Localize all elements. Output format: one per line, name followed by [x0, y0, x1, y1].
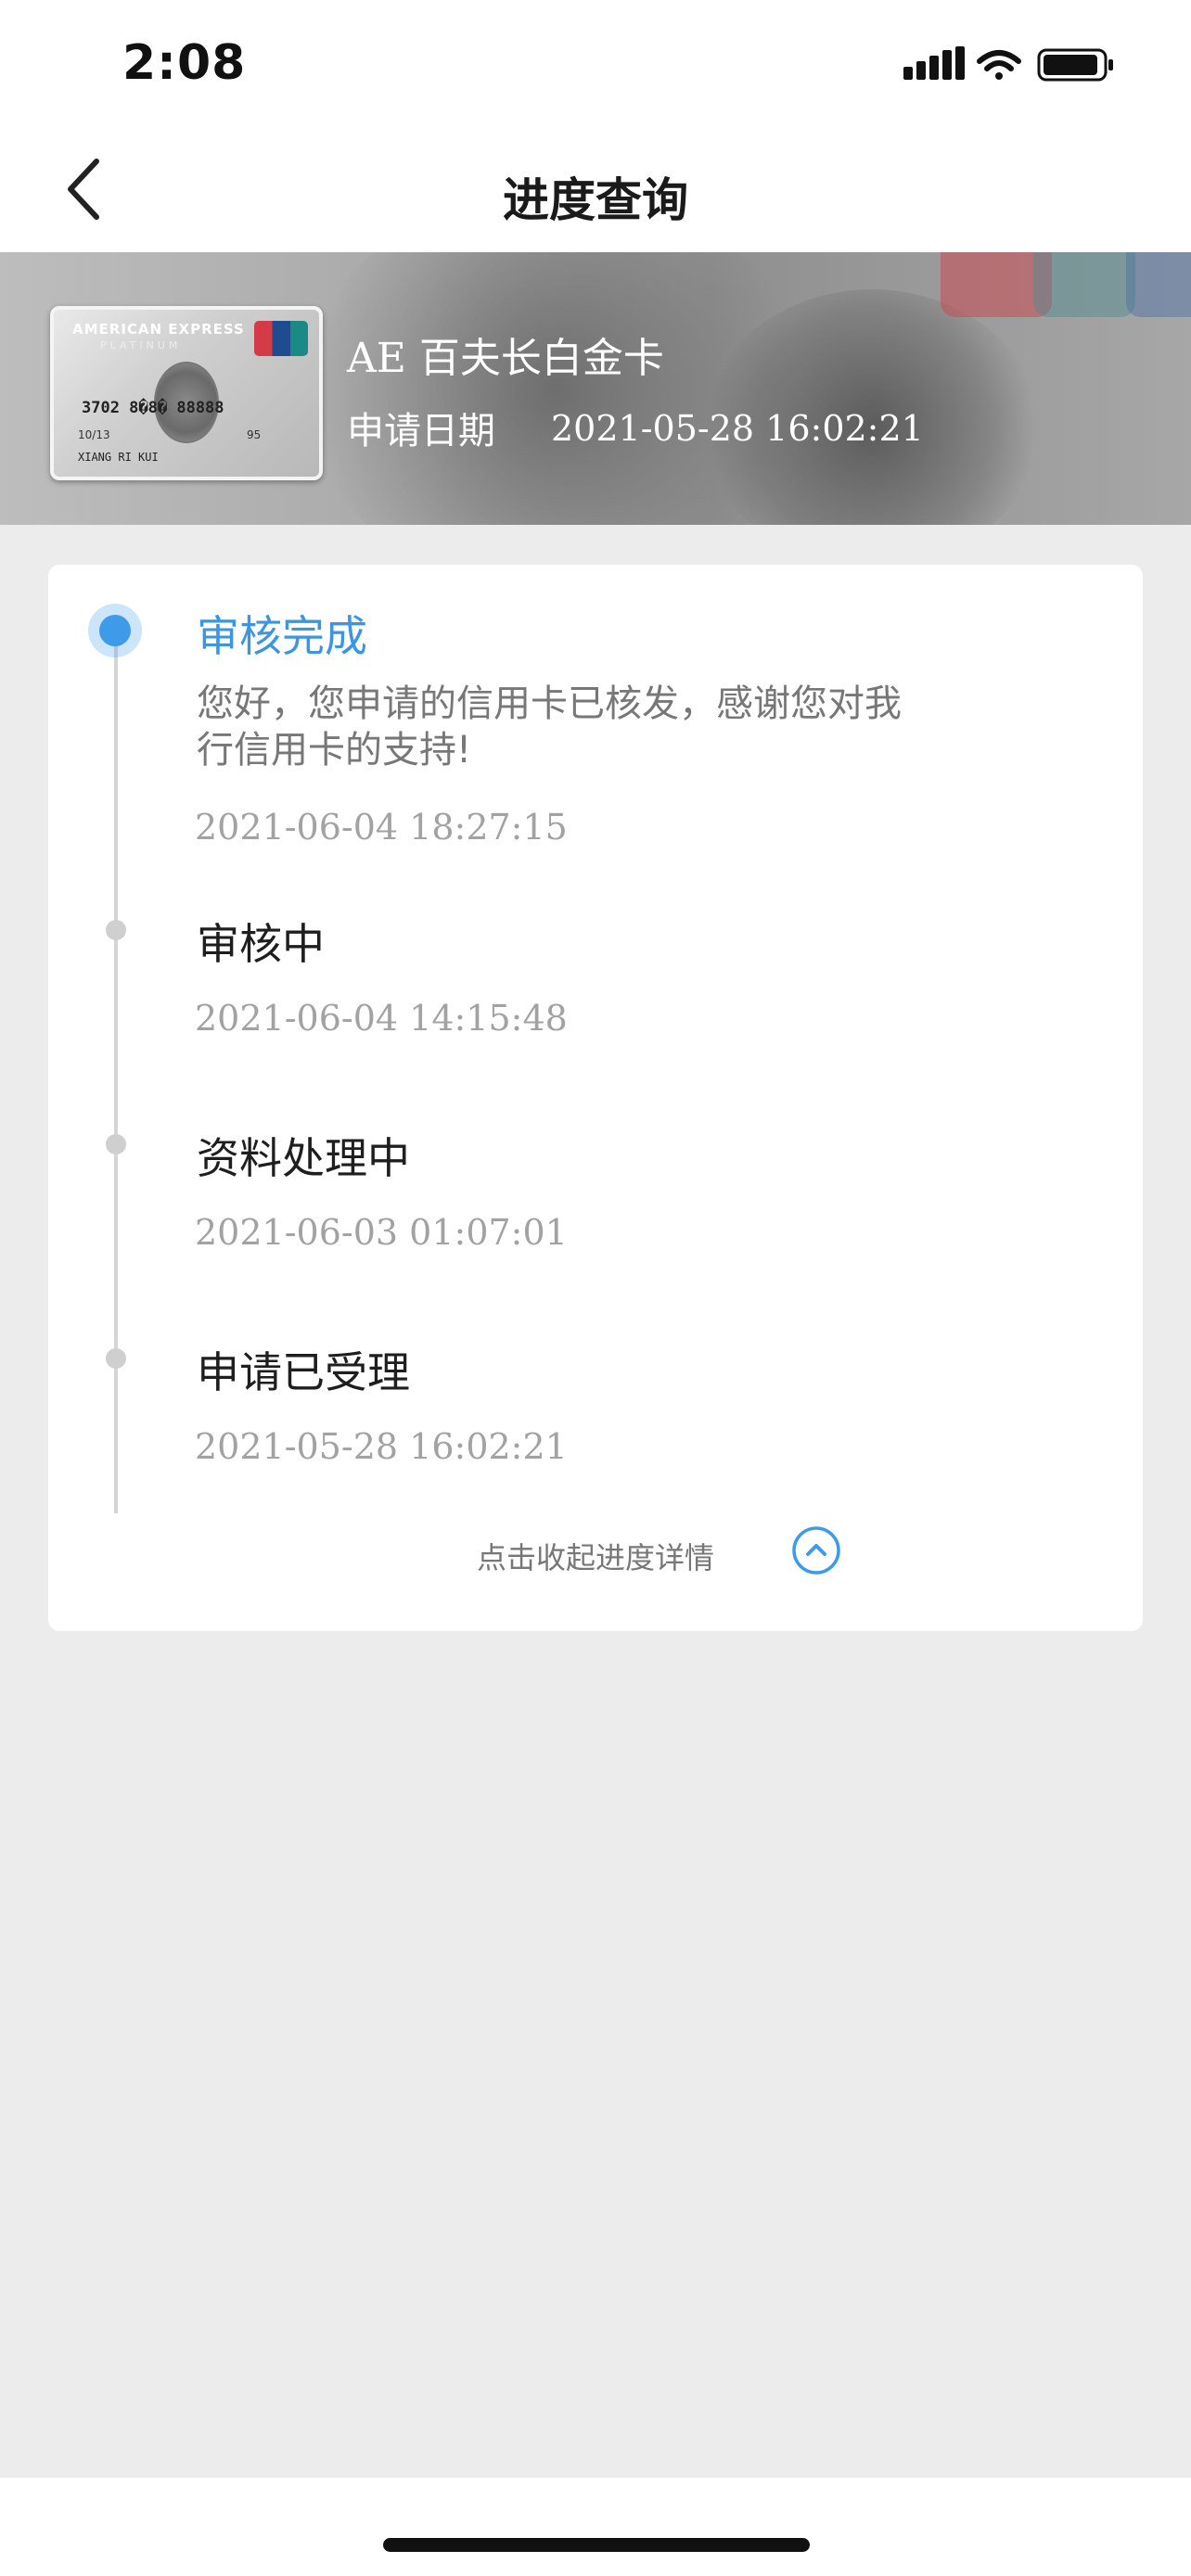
timeline-dot-active	[88, 604, 142, 657]
unionpay-logo	[254, 321, 308, 356]
step-title-processing: 资料处理中	[197, 1133, 410, 1183]
apply-date-label: 申请日期	[347, 410, 495, 453]
card-holder: XIANG RI KUI	[78, 451, 159, 464]
chevron-up-icon[interactable]	[791, 1525, 841, 1575]
step-title-reviewing: 审核中	[197, 919, 325, 969]
timeline-dot	[106, 920, 126, 940]
timeline-dot	[106, 1134, 126, 1154]
status-time: 2:08	[122, 35, 247, 91]
collapse-details-link[interactable]: 点击收起进度详情	[0, 1535, 1191, 1577]
card-number: 3702 8�8� 88888	[82, 399, 224, 417]
home-indicator[interactable]	[383, 2538, 810, 2552]
step-title-approved: 审核完成	[197, 611, 367, 661]
step-time-reviewing: 2021-06-04 14:15:48	[195, 998, 568, 1039]
card-tier: PLATINUM	[100, 339, 182, 351]
signal-icon	[903, 46, 965, 80]
step-time-processing: 2021-06-03 01:07:01	[195, 1212, 568, 1253]
timeline-dot	[106, 1348, 126, 1369]
home-bar-area	[0, 2478, 1191, 2576]
step-time-accepted: 2021-05-28 16:02:21	[195, 1426, 568, 1467]
card-image: AMERICAN EXPRESS PLATINUM 3702 8�8� 8888…	[50, 306, 323, 480]
card-expiry: 10/13	[78, 428, 110, 441]
status-icons	[903, 46, 1113, 82]
wifi-icon	[977, 50, 1021, 80]
apply-date: 2021-05-28 16:02:21	[551, 408, 924, 449]
page-title: 进度查询	[503, 173, 688, 227]
battery-icon	[1037, 48, 1113, 82]
timeline-line	[114, 631, 118, 1513]
step-description: 您好，您申请的信用卡已核发，感谢您对我行信用卡的支持!	[197, 682, 902, 772]
card-code: 95	[247, 428, 262, 441]
step-time-approved: 2021-06-04 18:27:15	[195, 807, 568, 848]
step-title-accepted: 申请已受理	[197, 1347, 410, 1397]
card-name: AE 百夫长白金卡	[347, 335, 664, 382]
card-brand: AMERICAN EXPRESS	[72, 321, 245, 338]
